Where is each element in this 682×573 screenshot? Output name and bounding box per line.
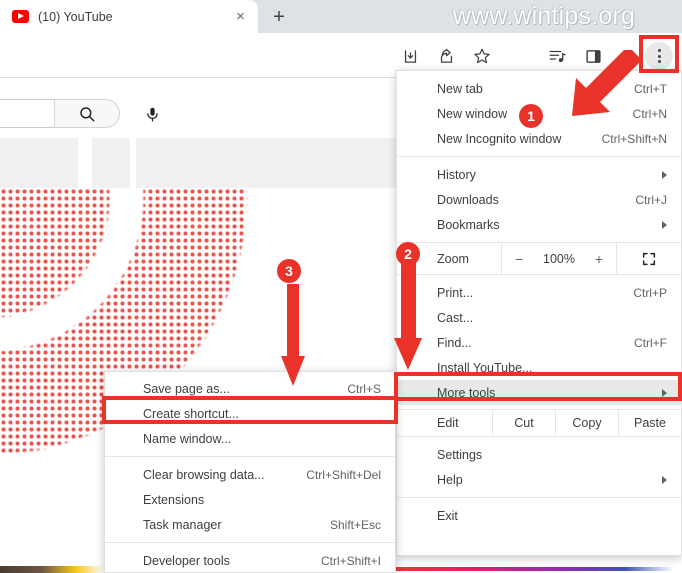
menu-item-settings[interactable]: Settings	[397, 442, 681, 467]
menu-item-label: Bookmarks	[437, 217, 500, 232]
submenu-divider	[105, 456, 395, 457]
menu-item-shortcut: Ctrl+P	[633, 285, 667, 300]
submenu-item-task-manager[interactable]: Task manager Shift+Esc	[105, 512, 395, 537]
bottom-gradient-bar	[396, 567, 682, 571]
submenu-item-label: Extensions	[143, 492, 205, 507]
chevron-right-icon	[662, 475, 667, 484]
menu-zoom-row: Zoom − 100% +	[397, 242, 681, 275]
screenshot-root: (10) YouTube × + New tab Ctrl+T New wind…	[0, 0, 682, 573]
page-placeholder-strip	[0, 138, 400, 188]
paste-button[interactable]: Paste	[619, 409, 681, 437]
menu-edit-row: Edit Cut Copy Paste	[397, 409, 681, 437]
callout-arrow-3	[281, 284, 305, 386]
close-icon[interactable]: ×	[231, 7, 250, 26]
submenu-item-name-window[interactable]: Name window...	[105, 426, 395, 451]
menu-item-downloads[interactable]: Downloads Ctrl+J	[397, 187, 681, 212]
submenu-item-shortcut: Ctrl+S	[347, 381, 381, 396]
menu-item-shortcut: Ctrl+Shift+N	[601, 131, 667, 146]
menu-item-exit[interactable]: Exit	[397, 503, 681, 528]
search-button[interactable]	[54, 99, 120, 128]
submenu-item-label: Save page as...	[143, 381, 230, 396]
callout-badge-2: 2	[396, 242, 420, 266]
copy-button[interactable]: Copy	[556, 409, 619, 437]
submenu-item-shortcut: Shift+Esc	[329, 517, 381, 532]
zoom-controls: − 100% +	[501, 242, 617, 275]
submenu-item-extensions[interactable]: Extensions	[105, 487, 395, 512]
menu-item-label: Cast...	[437, 310, 474, 325]
menu-item-shortcut: Ctrl+F	[634, 335, 667, 350]
menu-item-label: Find...	[437, 335, 472, 350]
menu-item-cast[interactable]: Cast...	[397, 305, 681, 330]
menu-divider	[397, 156, 681, 157]
chrome-main-menu: New tab Ctrl+T New window Ctrl+N New Inc…	[396, 70, 682, 556]
microphone-icon[interactable]	[140, 102, 164, 126]
menu-divider	[397, 497, 681, 498]
menu-item-label: Print...	[437, 285, 474, 300]
chevron-right-icon	[662, 220, 667, 229]
zoom-in-button[interactable]: +	[589, 251, 609, 267]
bottom-left-color-bar	[0, 566, 104, 573]
menu-item-label: Downloads	[437, 192, 499, 207]
submenu-item-label: Task manager	[143, 517, 222, 532]
menu-item-find[interactable]: Find... Ctrl+F	[397, 330, 681, 355]
share-icon[interactable]	[434, 44, 458, 68]
callout-arrow-2	[394, 256, 422, 370]
menu-item-history[interactable]: History	[397, 162, 681, 187]
menu-item-bookmarks[interactable]: Bookmarks	[397, 212, 681, 237]
submenu-item-shortcut: Ctrl+Shift+Del	[306, 467, 381, 482]
tab-title: (10) YouTube	[38, 9, 113, 24]
menu-item-print[interactable]: Print... Ctrl+P	[397, 280, 681, 305]
cut-button[interactable]: Cut	[493, 409, 556, 437]
create-shortcut-highlight	[102, 396, 398, 424]
edit-label: Edit	[397, 409, 493, 437]
zoom-level: 100%	[543, 251, 575, 266]
youtube-icon	[12, 10, 29, 23]
submenu-item-clear-browsing-data[interactable]: Clear browsing data... Ctrl+Shift+Del	[105, 462, 395, 487]
menu-item-shortcut: Ctrl+J	[635, 192, 667, 207]
submenu-item-label: Clear browsing data...	[143, 467, 265, 482]
menu-item-label: New Incognito window	[437, 131, 562, 146]
menu-item-help[interactable]: Help	[397, 467, 681, 492]
menu-item-label: Help	[437, 472, 463, 487]
browser-tab-youtube[interactable]: (10) YouTube ×	[0, 0, 258, 33]
menu-item-label: Exit	[437, 508, 458, 523]
submenu-item-label: Developer tools	[143, 553, 230, 568]
zoom-out-button[interactable]: −	[509, 251, 529, 267]
bookmark-star-icon[interactable]	[470, 44, 494, 68]
callout-badge-1: 1	[519, 104, 543, 128]
download-icon[interactable]	[398, 44, 422, 68]
search-input[interactable]	[0, 99, 62, 128]
chevron-right-icon	[662, 170, 667, 179]
menu-item-label: History	[437, 167, 476, 182]
submenu-item-developer-tools[interactable]: Developer tools Ctrl+Shift+I	[105, 548, 395, 573]
submenu-divider	[105, 542, 395, 543]
submenu-item-label: Name window...	[143, 431, 232, 446]
more-tools-highlight	[394, 372, 682, 401]
callout-badge-3: 3	[277, 259, 301, 283]
youtube-search-area	[0, 90, 400, 134]
menu-item-label: Settings	[437, 447, 483, 462]
submenu-item-shortcut: Ctrl+Shift+I	[320, 553, 381, 568]
new-tab-button[interactable]: +	[264, 4, 294, 30]
watermark: www.wintips.org	[452, 1, 636, 30]
fullscreen-icon[interactable]	[617, 251, 681, 267]
